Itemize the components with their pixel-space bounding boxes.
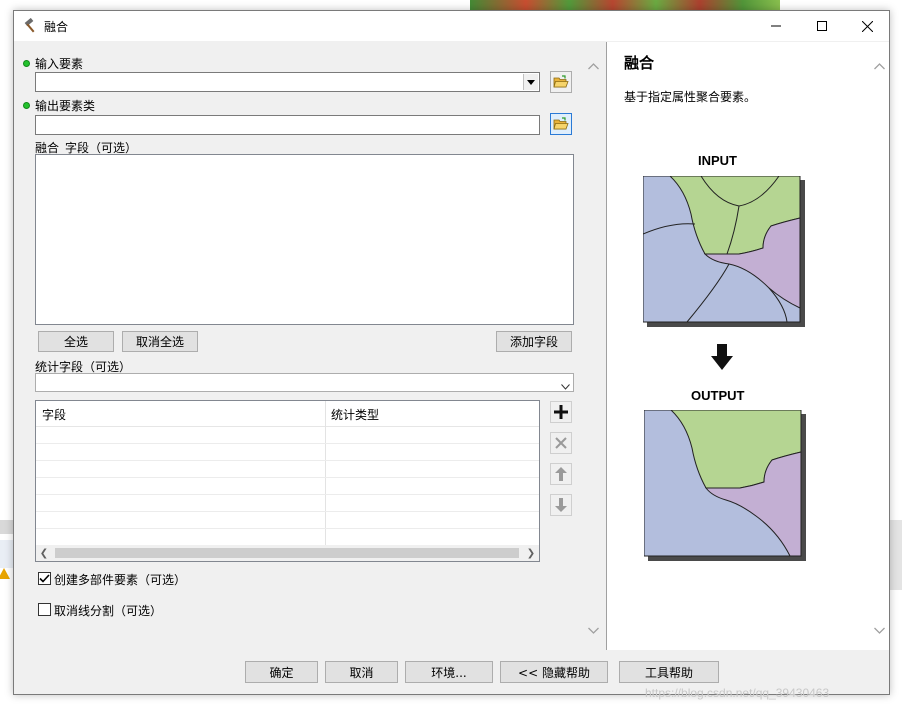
output-feature-class-input[interactable] (35, 115, 540, 135)
minimize-icon (771, 25, 781, 27)
plus-icon (554, 405, 568, 419)
open-folder-icon (553, 75, 569, 88)
background-strip (889, 520, 902, 590)
close-icon (861, 20, 873, 32)
maximize-button[interactable] (799, 11, 845, 41)
ok-button[interactable]: 确定 (245, 661, 318, 683)
unselect-all-button[interactable]: 取消全选 (122, 331, 198, 352)
table-row (36, 494, 539, 495)
statistics-fields-combo[interactable] (35, 373, 574, 392)
scroll-down-icon[interactable] (585, 622, 601, 638)
required-indicator-icon (23, 102, 30, 109)
window-title: 融合 (44, 20, 69, 34)
help-description: 基于指定属性聚合要素。 (624, 90, 757, 104)
select-all-button[interactable]: 全选 (38, 331, 114, 352)
chevron-down-icon[interactable] (561, 379, 570, 393)
statistics-grid[interactable]: 字段 统计类型 ❮ ❯ (35, 400, 540, 562)
input-features-combo[interactable] (35, 72, 540, 92)
dissolve-dialog: 融合 输入要素 输出要素类 融合_字段（可选） 全选 取消全选 添加字段 统计字… (13, 10, 890, 695)
arrow-up-icon (555, 467, 567, 481)
open-folder-icon (553, 117, 569, 130)
table-row (36, 477, 539, 478)
scroll-down-icon[interactable] (871, 622, 887, 638)
help-pane: 融合 基于指定属性聚合要素。 INPUT OUTPUT (606, 42, 889, 650)
dissolve-field-list[interactable] (35, 154, 574, 325)
output-feature-class-label: 输出要素类 (35, 99, 96, 113)
arrow-down-icon (555, 498, 567, 512)
horizontal-scrollbar[interactable]: ❮ ❯ (36, 545, 539, 561)
warning-icon (0, 568, 10, 579)
hammer-icon (24, 18, 35, 33)
tool-help-button[interactable]: 工具帮助 (619, 661, 719, 683)
browse-input-button[interactable] (550, 71, 572, 93)
background-strip (0, 520, 14, 534)
title-bar: 融合 (14, 11, 889, 41)
table-row (36, 460, 539, 461)
delete-icon (555, 437, 567, 449)
chevron-down-icon[interactable] (523, 74, 538, 90)
input-features-label: 输入要素 (35, 57, 84, 71)
scroll-up-icon[interactable] (585, 58, 601, 74)
multipart-checkbox[interactable] (38, 572, 51, 585)
grid-divider (325, 401, 326, 545)
multipart-label: 创建多部件要素（可选） (54, 573, 187, 587)
help-title: 融合 (624, 54, 655, 72)
delete-row-button[interactable] (550, 432, 572, 454)
input-diagram (643, 176, 805, 327)
scroll-left-icon[interactable]: ❮ (36, 545, 52, 561)
close-button[interactable] (844, 11, 890, 41)
table-row (36, 511, 539, 512)
grid-column-statistic-type: 统计类型 (331, 408, 380, 422)
scroll-up-icon[interactable] (871, 58, 887, 74)
move-up-button[interactable] (550, 463, 572, 485)
hide-help-button[interactable]: << 隐藏帮助 (500, 661, 608, 683)
grid-column-field: 字段 (42, 408, 67, 422)
table-row (36, 443, 539, 444)
browse-output-button[interactable] (550, 113, 572, 135)
checkmark-icon (39, 574, 50, 583)
add-field-button[interactable]: 添加字段 (496, 331, 572, 352)
required-indicator-icon (23, 60, 30, 67)
environments-button[interactable]: 环境... (405, 661, 493, 683)
output-diagram (644, 410, 806, 561)
cancel-button[interactable]: 取消 (325, 661, 398, 683)
add-row-button[interactable] (550, 401, 572, 423)
watermark: https://blog.csdn.net/qq_39430463 (645, 686, 830, 700)
maximize-icon (817, 21, 827, 31)
table-row (36, 528, 539, 529)
parameters-pane: 输入要素 输出要素类 融合_字段（可选） 全选 取消全选 添加字段 统计字段（可… (15, 42, 601, 650)
move-down-button[interactable] (550, 494, 572, 516)
diagram-input-label: INPUT (698, 153, 737, 168)
unsplit-lines-checkbox[interactable] (38, 603, 51, 616)
unsplit-lines-label: 取消线分割（可选） (54, 604, 163, 618)
scroll-right-icon[interactable]: ❯ (523, 545, 539, 561)
minimize-button[interactable] (753, 11, 799, 41)
grid-header: 字段 统计类型 (36, 401, 539, 427)
diagram-output-label: OUTPUT (691, 388, 745, 403)
scrollbar-thumb[interactable] (55, 548, 519, 558)
arrow-down-icon (711, 344, 733, 370)
background-strip (0, 540, 14, 568)
